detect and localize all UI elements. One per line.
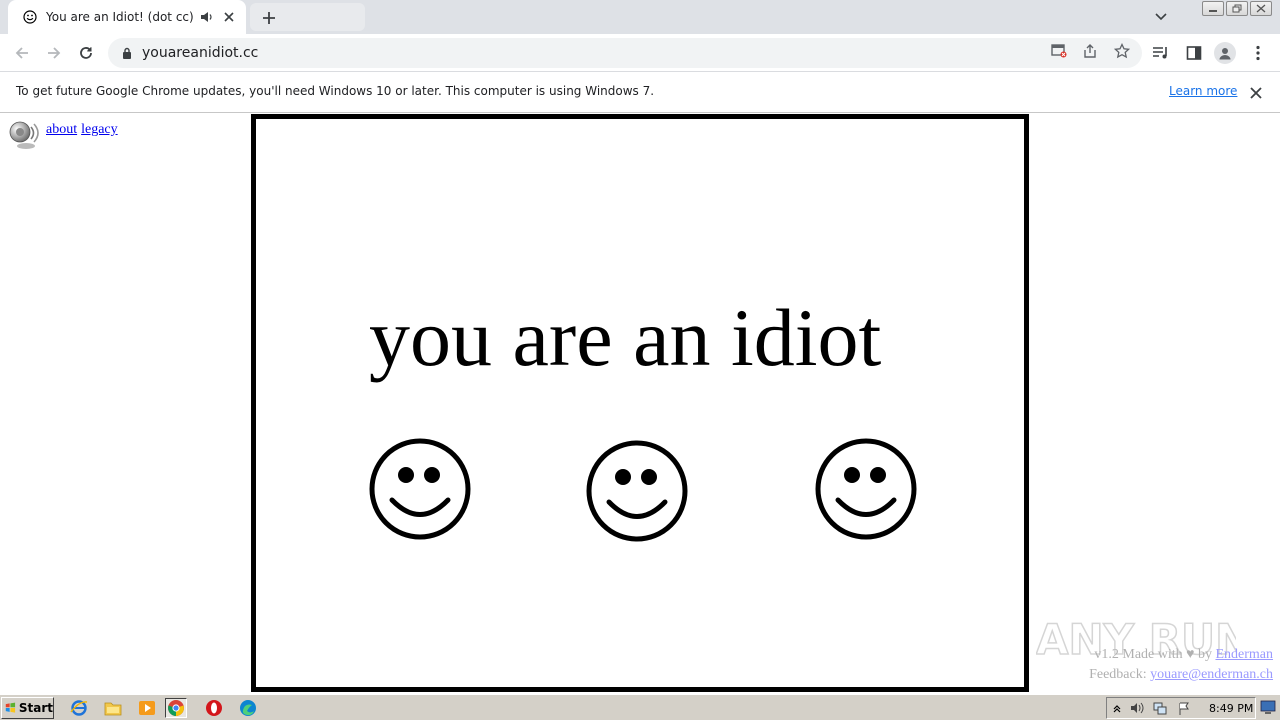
forward-arrow-icon[interactable] — [44, 43, 64, 63]
windows-flag-icon — [5, 702, 16, 713]
reload-icon[interactable] — [76, 43, 96, 63]
tab-close-icon[interactable] — [220, 8, 238, 26]
edge-icon[interactable] — [237, 698, 259, 718]
minimize-icon[interactable] — [1202, 1, 1224, 16]
tab-active[interactable]: You are an Idiot! (dot cc) — [8, 0, 246, 34]
new-tab-icon[interactable] — [258, 7, 280, 29]
chrome-icon[interactable] — [165, 698, 187, 718]
close-window-icon[interactable] — [1250, 1, 1272, 16]
clock[interactable]: 8:49 PM — [1209, 702, 1253, 715]
feedback-label: Feedback: — [1089, 667, 1147, 682]
bookmark-star-icon[interactable] — [1113, 42, 1131, 60]
footer-feedback: Feedback: youare@enderman.ch — [1089, 667, 1273, 683]
address-bar[interactable]: youareanidiot.cc — [108, 38, 1142, 68]
web-page: about legacy you are an idiot ANY RUN v1.… — [0, 113, 1280, 694]
smiley-favicon-icon — [22, 9, 38, 25]
author-link[interactable]: Enderman — [1215, 647, 1273, 662]
media-player-icon[interactable] — [136, 698, 158, 718]
chevron-down-icon[interactable] — [1152, 8, 1170, 26]
about-link[interactable]: about — [46, 122, 77, 137]
legacy-link[interactable]: legacy — [81, 122, 118, 137]
window-controls — [1202, 1, 1272, 16]
show-desktop-icon[interactable] — [1260, 699, 1276, 715]
person-icon — [1214, 42, 1236, 64]
infobar-message: To get future Google Chrome updates, you… — [16, 84, 655, 98]
opera-icon[interactable] — [203, 698, 225, 718]
footer-credit: v1.2 Made with ♥ by Enderman — [1094, 647, 1273, 663]
footer-version: v1.2 Made with — [1094, 647, 1183, 662]
feedback-email-link[interactable]: youare@enderman.ch — [1150, 667, 1273, 682]
start-label: Start — [18, 701, 53, 715]
headline-text: you are an idiot — [369, 292, 882, 383]
share-icon[interactable] — [1081, 42, 1099, 60]
show-hidden-icons-icon[interactable] — [1110, 701, 1124, 715]
smiley-face-icon — [815, 438, 917, 540]
tab-strip: You are an Idiot! (dot cc) — [0, 0, 1280, 34]
restore-icon[interactable] — [1226, 1, 1248, 16]
top-links: about legacy — [46, 122, 122, 138]
windows-taskbar: Start 8:49 PM — [0, 694, 1280, 720]
system-tray: 8:49 PM — [1106, 697, 1256, 719]
url-text: youareanidiot.cc — [142, 45, 259, 61]
back-arrow-icon[interactable] — [12, 43, 32, 63]
idiot-frame[interactable]: you are an idiot — [251, 114, 1029, 692]
start-button[interactable]: Start — [1, 697, 54, 719]
heart-icon: ♥ — [1186, 647, 1195, 662]
tab-title: You are an Idiot! (dot cc) — [46, 10, 194, 24]
footer-by: by — [1197, 647, 1212, 662]
browser-toolbar: youareanidiot.cc — [0, 34, 1280, 72]
update-infobar: To get future Google Chrome updates, you… — [0, 72, 1280, 113]
media-control-icon[interactable] — [1150, 42, 1172, 64]
popup-blocked-icon[interactable] — [1050, 42, 1068, 60]
kebab-menu-icon[interactable] — [1247, 42, 1269, 64]
speaker-icon[interactable] — [7, 119, 41, 151]
network-icon[interactable] — [1153, 701, 1167, 715]
learn-more-link[interactable]: Learn more — [1169, 84, 1237, 98]
lock-icon[interactable] — [120, 46, 134, 60]
infobar-close-icon[interactable] — [1247, 84, 1265, 102]
profile-avatar[interactable] — [1214, 42, 1236, 64]
explorer-icon[interactable] — [102, 698, 124, 718]
smiley-face-icon — [369, 438, 471, 540]
side-panel-icon[interactable] — [1183, 42, 1205, 64]
action-center-flag-icon[interactable] — [1177, 701, 1191, 715]
audio-playing-icon[interactable] — [198, 9, 216, 25]
ie-icon[interactable] — [68, 698, 90, 718]
volume-icon[interactable] — [1130, 701, 1144, 715]
smiley-face-icon — [586, 440, 688, 542]
